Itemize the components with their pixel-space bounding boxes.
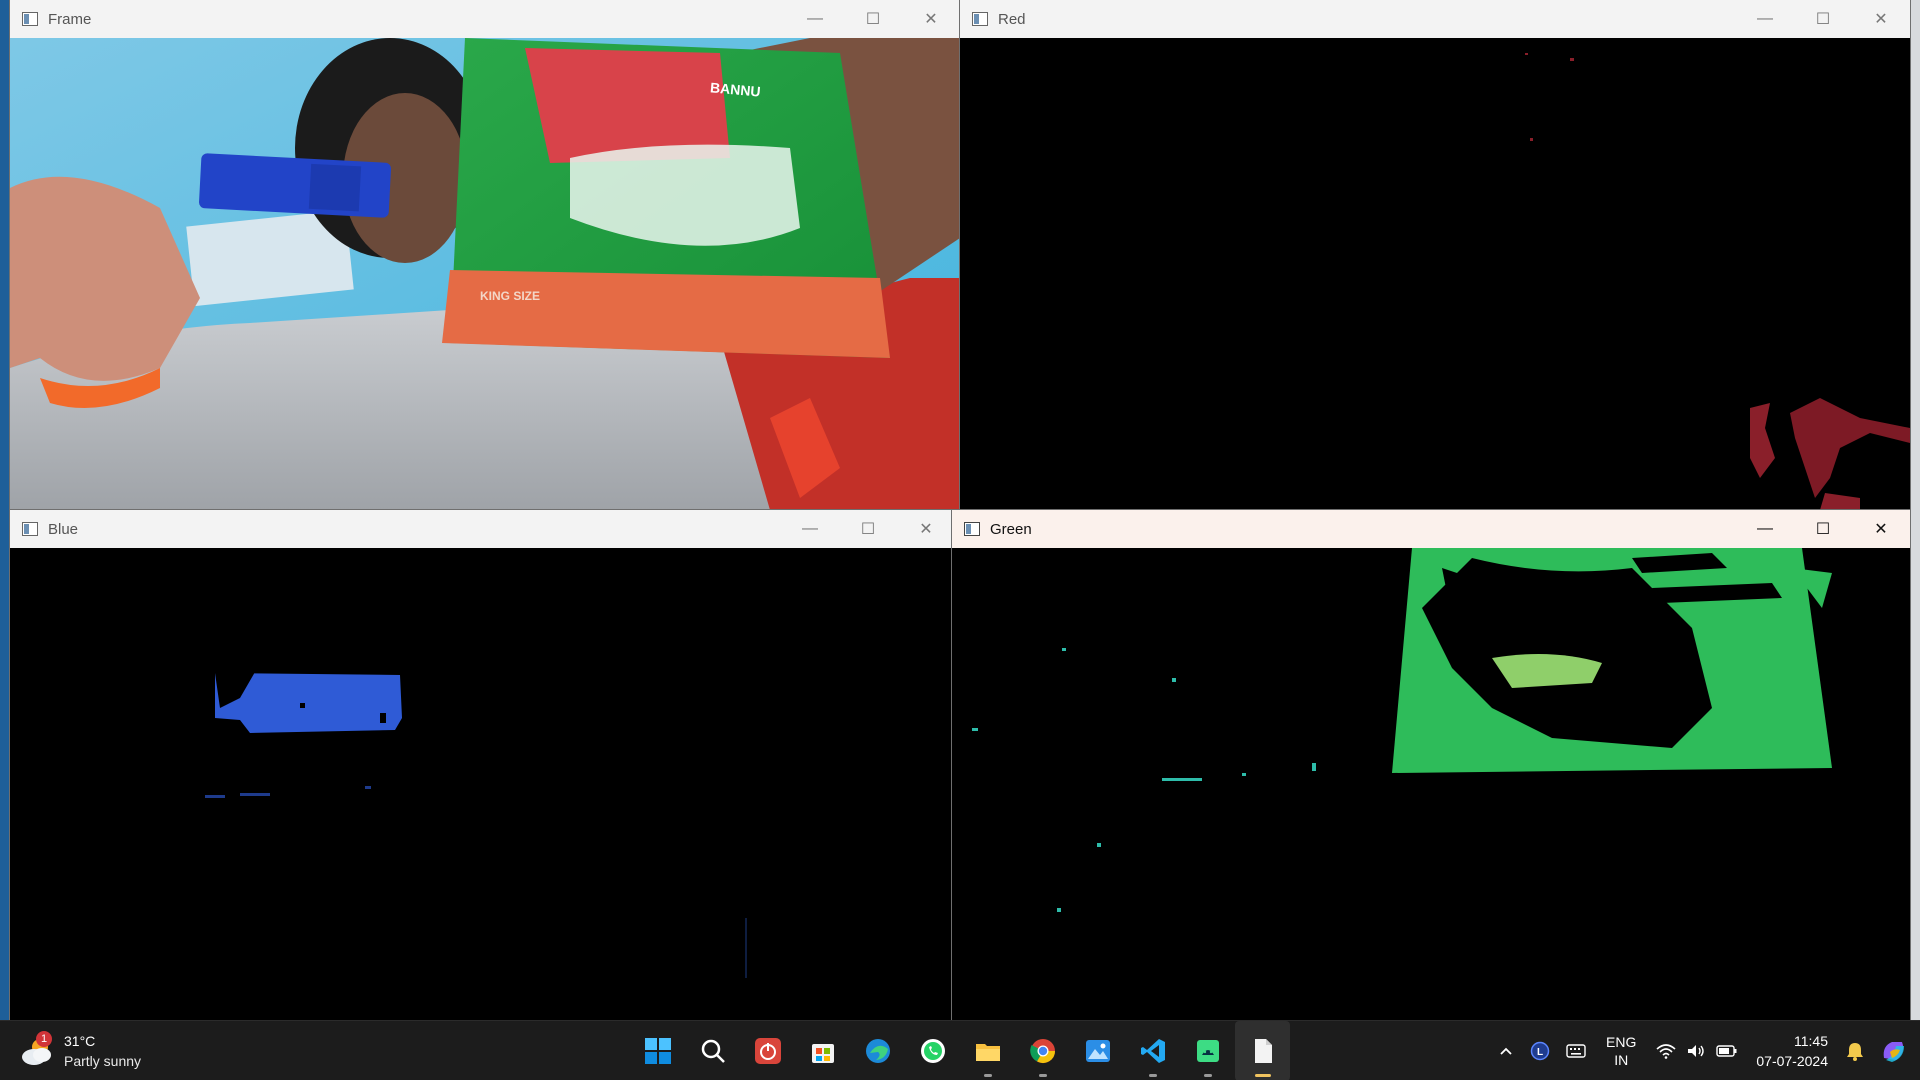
blue-window[interactable]: Blue — ☐ ✕ — [10, 510, 955, 1020]
opencv-window-icon — [20, 519, 40, 539]
taskbar-app-file[interactable] — [1235, 1021, 1290, 1080]
book-label-bottom: KING SIZE — [480, 289, 540, 303]
file-explorer-icon — [975, 1044, 1000, 1061]
running-indicator — [1203, 1074, 1212, 1077]
chrome-icon — [1029, 1039, 1055, 1064]
notifications-button[interactable] — [1838, 1021, 1872, 1080]
taskbar-app-edge[interactable] — [850, 1021, 905, 1080]
blue-titlebar[interactable]: Blue — ☐ ✕ — [10, 510, 955, 548]
close-button[interactable]: ✕ — [1852, 510, 1910, 548]
taskbar-apps — [630, 1021, 1290, 1080]
edge-icon — [865, 1039, 890, 1063]
desktop-wallpaper-edge — [0, 0, 10, 1020]
maximize-button[interactable]: ☐ — [1794, 510, 1852, 548]
clock-time: 11:45 — [1794, 1033, 1828, 1049]
blue-title: Blue — [48, 520, 79, 538]
quick-settings-button[interactable] — [1648, 1021, 1746, 1080]
taskbar: 1 31°C Partly sunny L ENG IN 11:45 07-07… — [0, 1020, 1920, 1080]
whatsapp-icon — [920, 1039, 945, 1063]
bell-icon — [1847, 1043, 1863, 1061]
taskbar-app-power[interactable] — [740, 1021, 795, 1080]
maximize-button[interactable]: ☐ — [844, 0, 902, 38]
webcam-frame-view: KING SIZE BANNU — [10, 38, 960, 510]
touch-keyboard-button[interactable] — [1558, 1021, 1594, 1080]
vscode-icon — [1140, 1039, 1165, 1063]
taskbar-app-chrome[interactable] — [1015, 1021, 1070, 1080]
search-icon — [701, 1039, 725, 1063]
close-button[interactable]: ✕ — [902, 0, 960, 38]
system-tray: L ENG IN 11:45 07-07-2024 — [1490, 1021, 1920, 1080]
opencv-window-icon — [970, 9, 990, 29]
running-indicator — [1038, 1074, 1047, 1077]
blue-mask-view — [10, 548, 955, 1020]
svg-text:L: L — [1537, 1047, 1543, 1058]
copilot-icon — [1883, 1042, 1904, 1062]
red-mask-image — [960, 38, 1910, 510]
running-indicator — [983, 1074, 992, 1077]
running-indicator — [1148, 1074, 1157, 1077]
red-mask-view — [960, 38, 1910, 510]
close-button[interactable]: ✕ — [897, 510, 955, 548]
store-icon — [811, 1044, 834, 1063]
weather-widget[interactable]: 1 31°C Partly sunny — [20, 1031, 141, 1071]
red-titlebar[interactable]: Red — ☐ ✕ — [960, 0, 1910, 38]
keyboard-icon — [1566, 1044, 1586, 1058]
green-titlebar[interactable]: Green — ☐ ✕ — [952, 510, 1910, 548]
taskbar-app-vscode[interactable] — [1125, 1021, 1180, 1080]
minimize-button[interactable]: — — [1736, 510, 1794, 548]
copilot-button[interactable] — [1872, 1021, 1920, 1080]
language-primary: ENG — [1606, 1034, 1637, 1050]
partly-sunny-icon: 1 — [20, 1031, 56, 1069]
blue-mask-image — [10, 548, 955, 1020]
taskbar-app-whatsapp[interactable] — [905, 1021, 960, 1080]
clock[interactable]: 11:45 07-07-2024 — [1746, 1021, 1838, 1080]
green-mask-image — [952, 548, 1910, 1020]
android-studio-icon — [1196, 1040, 1219, 1062]
taskbar-app-store[interactable] — [795, 1021, 850, 1080]
frame-window[interactable]: Frame — ☐ ✕ KING SIZE BANNU — [10, 0, 960, 510]
volume-icon — [1688, 1045, 1705, 1057]
input-language-button[interactable]: ENG IN — [1594, 1021, 1648, 1080]
red-title: Red — [998, 10, 1026, 28]
opencv-window-icon — [962, 519, 982, 539]
scrollbar-edge[interactable] — [1910, 0, 1920, 1020]
green-mask-view — [952, 548, 1910, 1020]
red-window[interactable]: Red — ☐ ✕ — [960, 0, 1910, 510]
opencv-window-icon — [20, 9, 40, 29]
taskbar-app-android-studio[interactable] — [1180, 1021, 1235, 1080]
l-app-icon: L — [1530, 1041, 1550, 1061]
chevron-up-icon — [1500, 1047, 1512, 1055]
green-window[interactable]: Green — ☐ ✕ — [952, 510, 1910, 1020]
tray-app-l[interactable]: L — [1522, 1021, 1558, 1080]
start-button[interactable] — [630, 1021, 685, 1080]
webcam-image: KING SIZE BANNU — [10, 38, 960, 510]
battery-icon — [1716, 1045, 1737, 1057]
maximize-button[interactable]: ☐ — [1794, 0, 1852, 38]
frame-title: Frame — [48, 10, 92, 28]
notification-badge: 1 — [36, 1031, 52, 1047]
minimize-button[interactable]: — — [1736, 0, 1794, 38]
taskbar-app-photos[interactable] — [1070, 1021, 1125, 1080]
maximize-button[interactable]: ☐ — [839, 510, 897, 548]
clock-date: 07-07-2024 — [1756, 1053, 1828, 1069]
close-button[interactable]: ✕ — [1852, 0, 1910, 38]
weather-temperature: 31°C — [64, 1033, 96, 1049]
photos-icon — [1085, 1040, 1110, 1062]
minimize-button[interactable]: — — [786, 0, 844, 38]
frame-titlebar[interactable]: Frame — ☐ ✕ — [10, 0, 960, 38]
wifi-icon — [1656, 1044, 1676, 1059]
start-icon — [644, 1038, 671, 1064]
minimize-button[interactable]: — — [781, 510, 839, 548]
show-hidden-icons-button[interactable] — [1490, 1021, 1522, 1080]
search-button[interactable] — [685, 1021, 740, 1080]
weather-condition: Partly sunny — [64, 1053, 142, 1069]
running-indicator — [1254, 1074, 1271, 1077]
language-secondary: IN — [1614, 1052, 1629, 1068]
green-title: Green — [990, 520, 1032, 538]
file-icon — [1254, 1039, 1272, 1063]
power-app-icon — [754, 1038, 781, 1064]
taskbar-app-file-explorer[interactable] — [960, 1021, 1015, 1080]
